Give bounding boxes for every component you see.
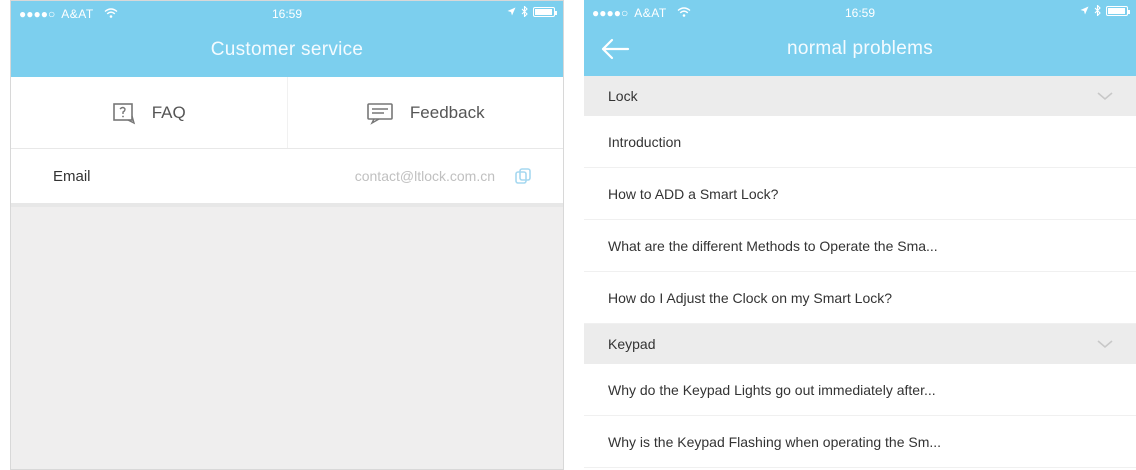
list-item[interactable]: What are the different Methods to Operat… (584, 220, 1136, 272)
normal-problems-screen: ●●●●○ A&AT 16:59 normal problems Lock Int… (584, 0, 1136, 470)
section-header-keypad[interactable]: Keypad (584, 324, 1136, 364)
feedback-icon (367, 102, 393, 125)
section-title: Lock (608, 88, 638, 104)
section-title: Keypad (608, 336, 656, 352)
status-icons (507, 6, 557, 17)
location-icon (1080, 6, 1089, 15)
page-title: Customer service (210, 39, 364, 60)
list-item[interactable]: How do I Adjust the Clock on my Smart Lo… (584, 272, 1136, 324)
copy-icon[interactable] (513, 166, 533, 186)
faq-button[interactable]: FAQ (11, 77, 287, 148)
location-icon (507, 7, 516, 16)
battery-icon (1106, 5, 1130, 16)
customer-service-screen: ●●●●○ A&AT 16:59 Customer service FAQ Fe… (10, 0, 564, 470)
section-header-lock[interactable]: Lock (584, 76, 1136, 116)
feedback-label: Feedback (409, 102, 485, 122)
list-item[interactable]: Why do the Keypad Lights go out immediat… (584, 364, 1136, 416)
bluetooth-icon (1094, 5, 1101, 16)
clock: 16:59 (271, 7, 303, 21)
status-icons (1080, 5, 1130, 16)
list-item[interactable]: Why is the Keypad Flashing when operatin… (584, 416, 1136, 468)
faq-label: FAQ (151, 102, 186, 122)
status-bar: ●●●●○ A&AT 16:59 (11, 1, 563, 27)
email-value: contact@ltlock.com.cn (354, 168, 495, 184)
list-item[interactable]: Introduction (584, 116, 1136, 168)
nav-bar: ●●●●○ A&AT 16:59 normal problems (584, 0, 1136, 76)
faq-icon (112, 102, 135, 124)
faq-list: Lock Introduction How to ADD a Smart Loc… (584, 76, 1136, 468)
chevron-down-icon (1097, 92, 1113, 101)
page-title: normal problems (787, 38, 933, 59)
clock: 16:59 (844, 6, 876, 20)
service-tabs: FAQ Feedback (11, 77, 563, 149)
status-bar: ●●●●○ A&AT 16:59 (584, 0, 1136, 26)
chevron-down-icon (1097, 340, 1113, 349)
feedback-button[interactable]: Feedback (286, 77, 564, 148)
bluetooth-icon (521, 6, 528, 17)
nav-bar: ●●●●○ A&AT 16:59 Customer service (11, 1, 563, 77)
battery-icon (533, 6, 557, 17)
email-row[interactable]: Email contact@ltlock.com.cn (11, 149, 563, 207)
email-label: Email (53, 167, 91, 185)
list-item[interactable]: How to ADD a Smart Lock? (584, 168, 1136, 220)
